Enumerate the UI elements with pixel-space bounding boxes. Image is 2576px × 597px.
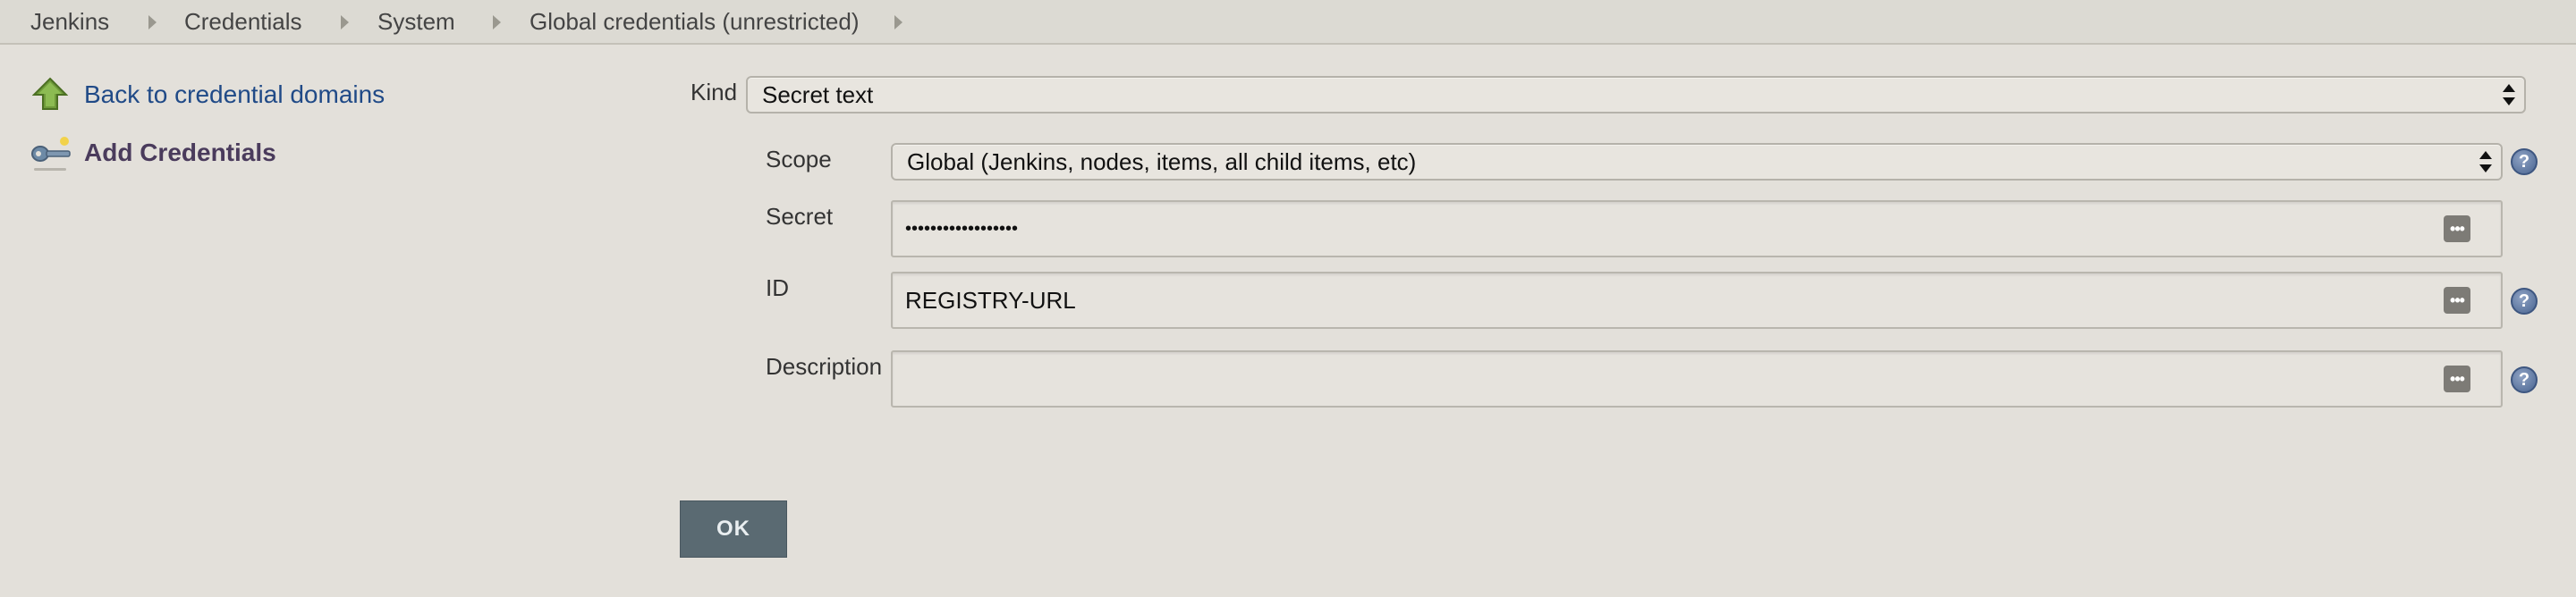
breadcrumb-global-credentials[interactable]: Global credentials (unrestricted) — [530, 8, 860, 36]
secret-input[interactable]: •••••••••••••••••• ••• — [891, 200, 2503, 257]
breadcrumb-chevron-icon[interactable] — [341, 15, 349, 29]
id-input[interactable]: REGISTRY-URL ••• — [891, 272, 2503, 329]
scope-help-icon[interactable]: ? — [2511, 148, 2538, 175]
select-arrows-icon — [2503, 84, 2515, 105]
field-options-button[interactable]: ••• — [2444, 287, 2470, 314]
secret-label: Secret — [766, 203, 834, 230]
scope-label: Scope — [766, 146, 832, 172]
field-options-button[interactable]: ••• — [2444, 366, 2470, 392]
secret-input-value: •••••••••••••••••• — [905, 218, 1019, 239]
breadcrumb: Jenkins Credentials System Global creden… — [0, 0, 2576, 45]
field-options-button[interactable]: ••• — [2444, 215, 2470, 242]
kind-label: Kind — [691, 79, 738, 105]
add-credentials-label[interactable]: Add Credentials — [84, 139, 276, 167]
breadcrumb-chevron-icon[interactable] — [493, 15, 501, 29]
breadcrumb-chevron-icon[interactable] — [148, 15, 157, 29]
description-help-icon[interactable]: ? — [2511, 366, 2538, 393]
description-label: Description — [766, 353, 883, 380]
breadcrumb-chevron-icon[interactable] — [894, 15, 902, 29]
id-input-value: REGISTRY-URL — [905, 286, 1076, 314]
breadcrumb-system[interactable]: System — [377, 8, 455, 36]
id-help-icon[interactable]: ? — [2511, 288, 2538, 315]
breadcrumb-jenkins[interactable]: Jenkins — [30, 8, 109, 36]
select-arrows-icon — [2479, 151, 2492, 172]
breadcrumb-credentials[interactable]: Credentials — [184, 8, 302, 36]
key-icon — [30, 134, 73, 173]
scope-select-value: Global (Jenkins, nodes, items, all child… — [907, 147, 1417, 175]
up-arrow-icon — [31, 77, 69, 113]
kind-select-value: Secret text — [762, 80, 874, 108]
scope-select[interactable]: Global (Jenkins, nodes, items, all child… — [891, 143, 2503, 181]
kind-select[interactable]: Secret text — [746, 76, 2526, 114]
description-input[interactable]: ••• — [891, 350, 2503, 408]
ok-button[interactable]: OK — [680, 500, 787, 558]
id-label: ID — [766, 274, 789, 301]
back-link-label[interactable]: Back to credential domains — [84, 80, 385, 109]
